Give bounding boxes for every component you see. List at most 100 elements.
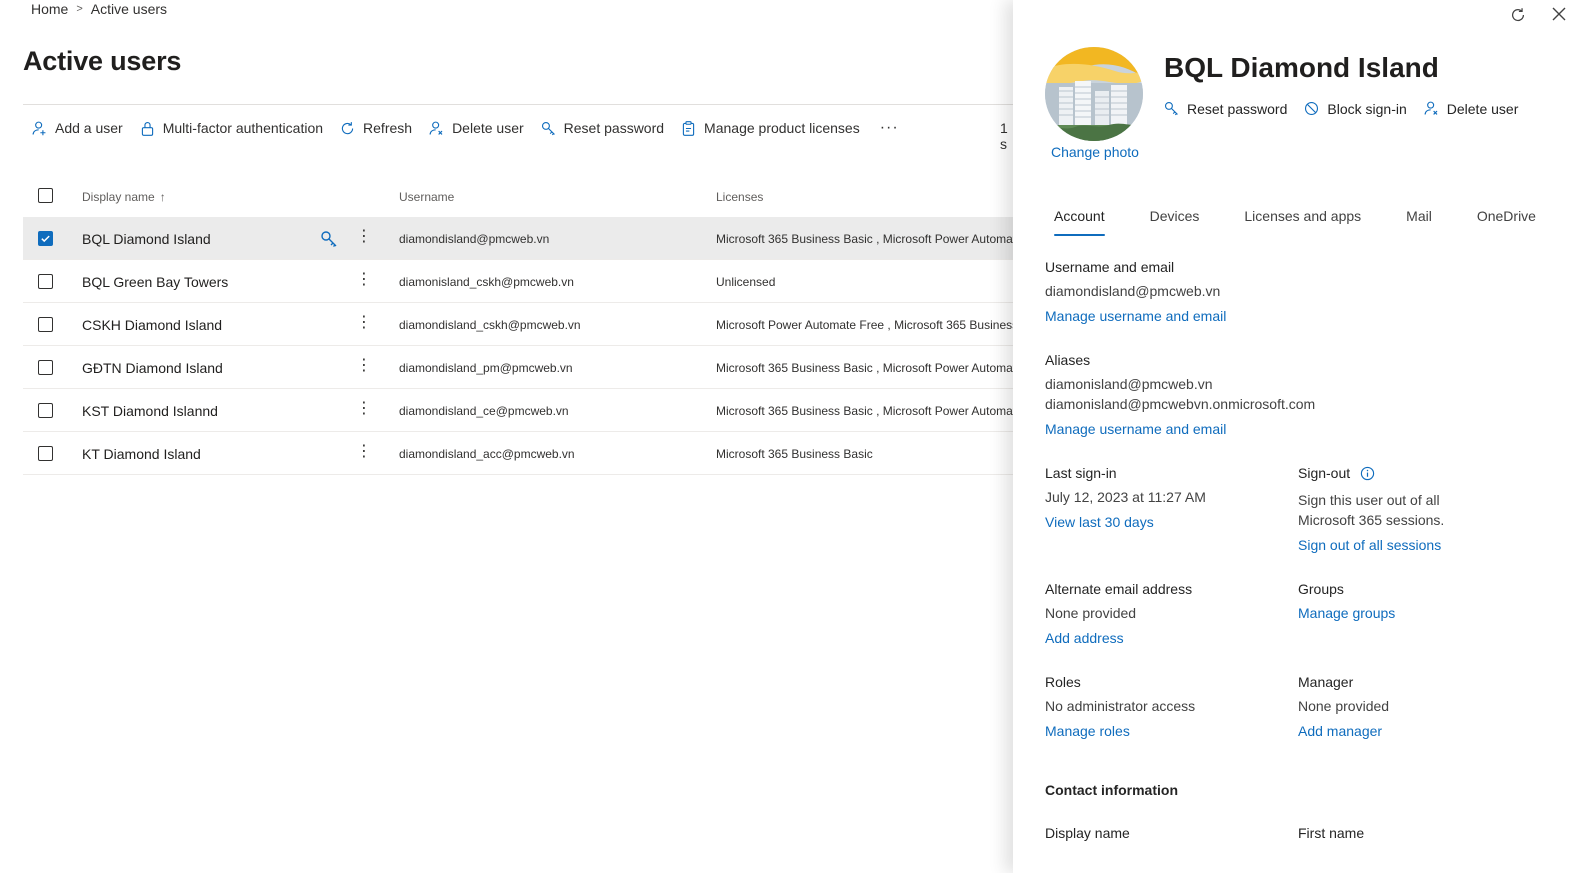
row-more-actions-button[interactable]: ⋮ — [356, 228, 372, 248]
user-display-name-title: BQL Diamond Island — [1164, 52, 1439, 83]
add-user-label: Add a user — [55, 120, 123, 136]
more-options-button[interactable]: ··· — [880, 119, 899, 137]
refresh-icon[interactable] — [1509, 6, 1527, 24]
row-licenses: Microsoft 365 Business Basic , Microsoft… — [716, 404, 1013, 418]
username-email-value: diamondisland@pmcweb.vn — [1045, 283, 1221, 299]
signout-heading: Sign-out — [1298, 465, 1375, 481]
tab-devices[interactable]: Devices — [1141, 205, 1209, 236]
display-name-header-label: Display name — [82, 190, 155, 204]
selected-count: 1 s — [1000, 120, 1008, 152]
alias-value: diamonisland@pmcweb.vn — [1045, 376, 1213, 392]
row-display-name[interactable]: BQL Green Bay Towers — [82, 274, 228, 290]
username-header[interactable]: Username — [399, 190, 454, 204]
delete-user-button[interactable]: Delete user — [428, 116, 524, 140]
avatar[interactable] — [1045, 47, 1143, 141]
display-name-header[interactable]: Display name ↑ — [82, 190, 166, 204]
page-title: Active users — [23, 46, 182, 76]
reset-password-key-icon[interactable] — [319, 229, 339, 249]
title-divider — [23, 104, 1013, 105]
panel-delete-user-label: Delete user — [1446, 100, 1519, 117]
row-more-actions-button[interactable]: ⋮ — [356, 357, 372, 377]
manager-value: None provided — [1298, 698, 1390, 714]
add-manager-link[interactable]: Add manager — [1298, 723, 1382, 739]
row-more-actions-button[interactable]: ⋮ — [356, 314, 372, 334]
mfa-button[interactable]: Multi-factor authentication — [139, 116, 323, 140]
table-row[interactable]: CSKH Diamond Island ⋮ diamondisland_cskh… — [23, 303, 1013, 346]
row-username: diamonisland_cskh@pmcweb.vn — [399, 275, 574, 289]
row-more-actions-button[interactable]: ⋮ — [356, 400, 372, 420]
refresh-button[interactable]: Refresh — [339, 116, 412, 140]
info-icon[interactable] — [1360, 466, 1375, 481]
last-signin-value: July 12, 2023 at 11:27 AM — [1045, 489, 1206, 505]
row-checkbox[interactable] — [38, 317, 53, 332]
add-address-link[interactable]: Add address — [1045, 630, 1124, 646]
licenses-header[interactable]: Licenses — [716, 190, 1013, 204]
panel-reset-password-label: Reset password — [1187, 100, 1288, 117]
tab-onedrive[interactable]: OneDrive — [1468, 205, 1545, 236]
block-signin-button[interactable]: Block sign-in — [1303, 100, 1407, 117]
manage-aliases-link[interactable]: Manage username and email — [1045, 421, 1226, 437]
contact-first-name-label: First name — [1298, 825, 1365, 841]
table-row[interactable]: BQL Green Bay Towers ⋮ diamonisland_cskh… — [23, 260, 1013, 303]
select-all-checkbox[interactable] — [38, 188, 53, 203]
block-signin-label: Block sign-in — [1327, 100, 1407, 117]
table-row[interactable]: KT Diamond Island ⋮ diamondisland_acc@pm… — [23, 432, 1013, 475]
tab-mail[interactable]: Mail — [1397, 205, 1441, 236]
reset-password-button[interactable]: Reset password — [540, 116, 664, 140]
delete-user-label: Delete user — [452, 120, 524, 136]
panel-delete-user-button[interactable]: Delete user — [1423, 100, 1519, 117]
change-photo-link[interactable]: Change photo — [1051, 144, 1139, 160]
refresh-icon — [341, 121, 354, 134]
add-person-icon — [32, 121, 46, 135]
users-table: Display name ↑ Username Licenses BQL Dia… — [23, 175, 1013, 475]
breadcrumb: Home > Active users — [31, 1, 167, 17]
row-checkbox[interactable] — [38, 403, 53, 418]
clipboard-icon — [682, 120, 695, 136]
signout-description-line2: Microsoft 365 sessions. — [1298, 512, 1445, 528]
block-icon — [1305, 101, 1319, 116]
row-checkbox[interactable] — [38, 274, 53, 289]
panel-action-bar: Reset password Block sign-in Delete user — [1163, 100, 1534, 117]
signout-heading-label: Sign-out — [1298, 465, 1351, 481]
row-licenses: Microsoft 365 Business Basic , Microsoft… — [716, 232, 1013, 246]
manage-licenses-button[interactable]: Manage product licenses — [680, 116, 860, 140]
groups-heading: Groups — [1298, 581, 1344, 597]
row-display-name[interactable]: GĐTN Diamond Island — [82, 360, 223, 376]
signout-description-line1: Sign this user out of all — [1298, 492, 1440, 508]
manage-licenses-label: Manage product licenses — [704, 120, 860, 136]
row-display-name[interactable]: BQL Diamond Island — [82, 231, 211, 247]
breadcrumb-separator: > — [76, 3, 83, 15]
close-icon[interactable] — [1551, 6, 1567, 22]
view-last-30-days-link[interactable]: View last 30 days — [1045, 514, 1154, 530]
row-checkbox[interactable] — [38, 446, 53, 461]
row-display-name[interactable]: CSKH Diamond Island — [82, 317, 222, 333]
table-row[interactable]: BQL Diamond Island ⋮ diamondisland@pmcwe… — [23, 217, 1013, 260]
row-licenses: Microsoft Power Automate Free , Microsof… — [716, 318, 1013, 332]
user-details-panel: Change photo BQL Diamond Island Reset pa… — [1013, 0, 1583, 873]
manage-username-link[interactable]: Manage username and email — [1045, 308, 1226, 324]
roles-heading: Roles — [1045, 674, 1081, 690]
manage-groups-link[interactable]: Manage groups — [1298, 605, 1395, 621]
tab-licenses-and-apps[interactable]: Licenses and apps — [1235, 205, 1370, 236]
table-row[interactable]: KST Diamond Islannd ⋮ diamondisland_ce@p… — [23, 389, 1013, 432]
add-user-button[interactable]: Add a user — [31, 116, 123, 140]
row-licenses: Microsoft 365 Business Basic — [716, 447, 873, 461]
contact-info-heading: Contact information — [1045, 782, 1178, 798]
row-username: diamondisland_cskh@pmcweb.vn — [399, 318, 581, 332]
breadcrumb-home[interactable]: Home — [31, 1, 68, 17]
row-checkbox[interactable] — [38, 360, 53, 375]
alt-email-heading: Alternate email address — [1045, 581, 1193, 597]
sign-out-all-sessions-link[interactable]: Sign out of all sessions — [1298, 537, 1441, 553]
table-row[interactable]: GĐTN Diamond Island ⋮ diamondisland_pm@p… — [23, 346, 1013, 389]
row-display-name[interactable]: KT Diamond Island — [82, 446, 201, 462]
key-icon — [541, 121, 555, 135]
mfa-label: Multi-factor authentication — [162, 120, 324, 136]
panel-reset-password-button[interactable]: Reset password — [1163, 100, 1287, 117]
manage-roles-link[interactable]: Manage roles — [1045, 723, 1130, 739]
row-more-actions-button[interactable]: ⋮ — [356, 271, 372, 291]
row-checkbox[interactable] — [38, 231, 53, 246]
reset-password-label: Reset password — [563, 120, 665, 136]
tab-account[interactable]: Account — [1045, 205, 1114, 236]
row-more-actions-button[interactable]: ⋮ — [356, 443, 372, 463]
row-display-name[interactable]: KST Diamond Islannd — [82, 403, 218, 419]
